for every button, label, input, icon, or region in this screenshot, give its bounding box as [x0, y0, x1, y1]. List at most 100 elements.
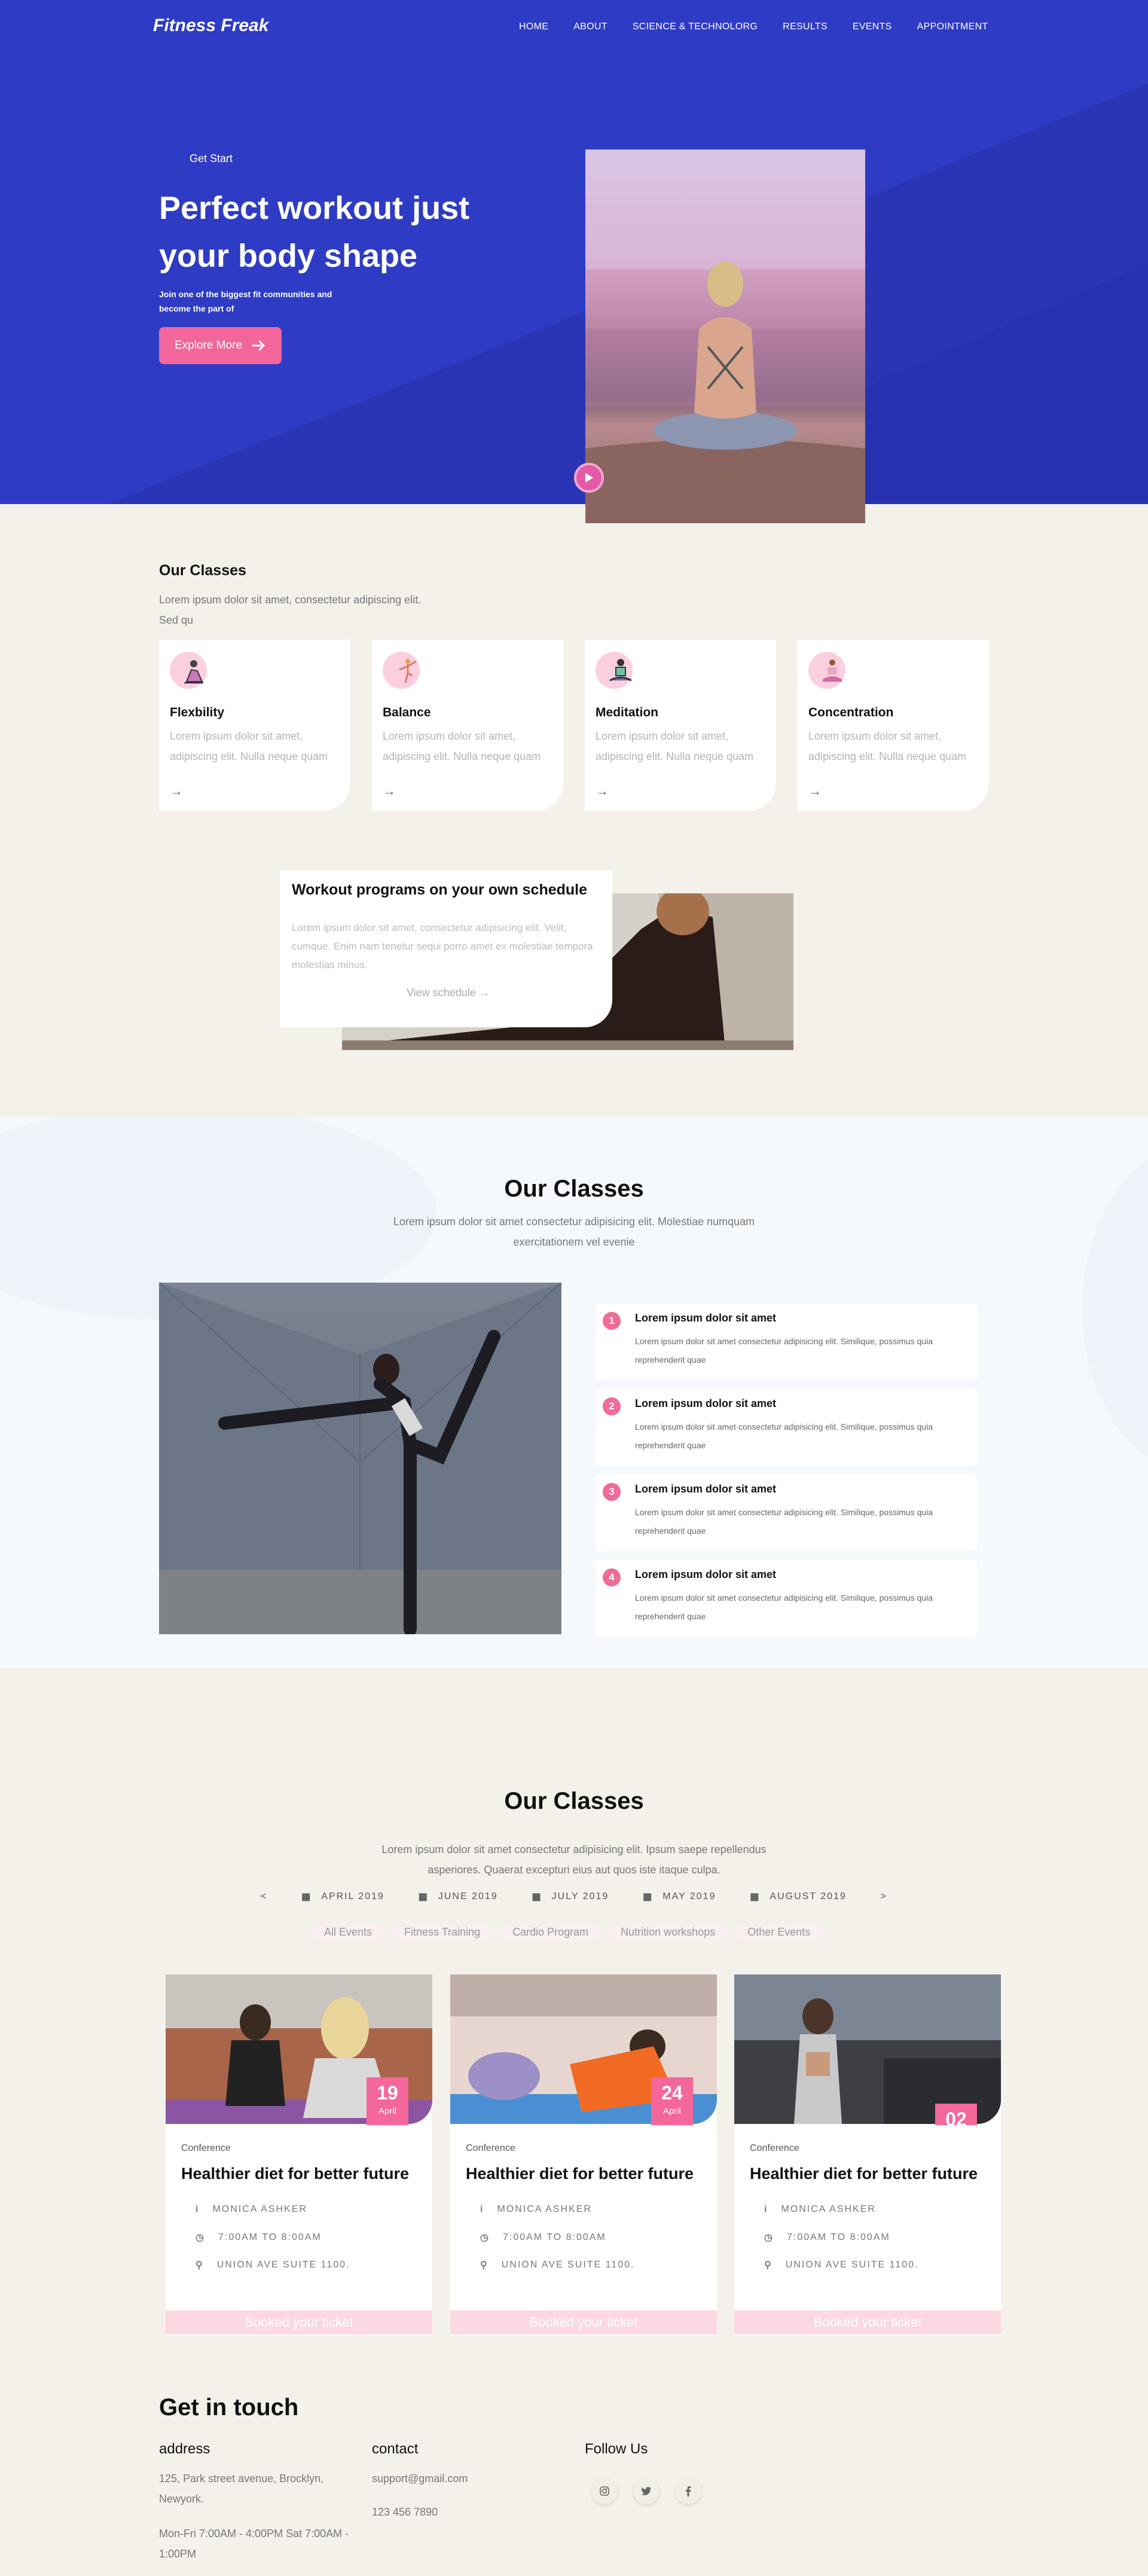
nav-results[interactable]: RESULTS — [783, 22, 828, 32]
event-time: ◷ 7:00AM TO 8:00AM — [196, 2232, 322, 2244]
event-date-badge: 24 April — [651, 2077, 693, 2125]
contact-phone[interactable]: 123 456 7890 — [372, 2502, 438, 2522]
calendar-icon: ▦ — [750, 1892, 761, 1902]
event-person-name: MONICA ASHKER — [212, 2204, 307, 2214]
step-title: Lorem ipsum dolor sit amet — [635, 1312, 777, 1324]
event-date-badge: 19 April — [367, 2077, 408, 2125]
workout-program-card: Workout programs on your own schedule Lo… — [280, 871, 612, 1027]
step-item: 1 Lorem ipsum dolor sit amet Lorem ipsum… — [596, 1304, 977, 1380]
contact-email[interactable]: support@gmail.com — [372, 2468, 468, 2489]
class-card-meditation[interactable]: Meditation Lorem ipsum dolor sit amet, a… — [585, 640, 776, 811]
event-place-text: UNION AVE SUITE 1100. — [501, 2260, 635, 2270]
next-month-button[interactable]: > — [881, 1891, 887, 1902]
hero-yoga-photo — [585, 149, 865, 523]
instagram-icon[interactable] — [591, 2478, 618, 2504]
filter-fitness-training[interactable]: Fitness Training — [391, 1924, 494, 1941]
month-tab-august[interactable]: ▦ AUGUST 2019 — [750, 1891, 847, 1903]
book-ticket-button[interactable]: Booked your ticket — [450, 2311, 717, 2334]
yoga-pose-photo — [159, 1283, 561, 1634]
book-ticket-button[interactable]: Booked your ticket — [166, 2311, 432, 2334]
address-text: 125, Park street avenue, Brocklyn, Newyo… — [159, 2473, 324, 2505]
follow-us-heading: Follow Us — [585, 2441, 648, 2457]
event-place: ⚲ UNION AVE SUITE 1100. — [196, 2259, 350, 2271]
filter-cardio-program[interactable]: Cardio Program — [499, 1924, 602, 1941]
event-tag: Conference — [750, 2143, 799, 2153]
arrow-right-icon: → — [478, 987, 490, 999]
event-time-text: 7:00AM TO 8:00AM — [786, 2232, 890, 2242]
balance-icon — [383, 652, 422, 691]
nav-about[interactable]: ABOUT — [573, 22, 607, 32]
explore-more-label: Explore More — [175, 339, 242, 352]
events-description: Lorem ipsum dolor sit amet consectetur a… — [381, 1844, 767, 1876]
event-month: April — [662, 2106, 681, 2116]
month-tab-july[interactable]: ▦ JULY 2019 — [532, 1891, 609, 1903]
calendar-icon: ▦ — [418, 1892, 429, 1902]
event-tag: Conference — [181, 2143, 231, 2153]
event-time: ◷ 7:00AM TO 8:00AM — [480, 2232, 606, 2244]
class-name: Meditation — [596, 706, 658, 719]
arrow-right-icon[interactable]: → — [808, 783, 822, 799]
event-title: Healthier diet for better future — [181, 2165, 410, 2183]
concentration-icon — [808, 652, 848, 691]
meditation-icon — [596, 652, 635, 691]
hero-section: Fitness Freak HOME ABOUT SCIENCE & TECHN… — [0, 0, 1148, 504]
filter-all-events[interactable]: All Events — [311, 1924, 386, 1941]
month-tab-june[interactable]: ▦ JUNE 2019 — [419, 1891, 498, 1903]
class-card-flexibility[interactable]: Flexbility Lorem ipsum dolor sit amet, a… — [159, 640, 350, 811]
person-icon: i — [480, 2204, 484, 2214]
twitter-icon[interactable] — [633, 2478, 660, 2504]
event-day: 19 — [377, 2082, 398, 2104]
facebook-icon[interactable] — [675, 2478, 701, 2504]
calendar-icon: ▦ — [643, 1892, 654, 1902]
book-ticket-button[interactable]: Booked your ticket — [734, 2311, 1001, 2334]
event-card: 24 April Conference Healthier diet for be… — [450, 1974, 717, 2336]
filter-other-events[interactable]: Other Events — [734, 1924, 824, 1941]
class-card-concentration[interactable]: Concentration Lorem ipsum dolor sit amet… — [798, 640, 989, 811]
event-day: 24 — [661, 2082, 683, 2104]
step-number: 3 — [603, 1483, 621, 1501]
event-place-text: UNION AVE SUITE 1100. — [216, 2260, 350, 2270]
month-tab-may[interactable]: ▦ MAY 2019 — [643, 1891, 716, 1903]
calendar-icon: ▦ — [532, 1892, 542, 1902]
events-title: Our Classes — [504, 1788, 644, 1814]
play-icon — [585, 473, 593, 483]
event-person: i MONICA ASHKER — [196, 2204, 307, 2215]
nav-appointment[interactable]: APPOINTMENT — [917, 22, 988, 32]
event-day: 02 — [945, 2108, 967, 2130]
event-place: ⚲ UNION AVE SUITE 1100. — [480, 2259, 635, 2271]
workout-title: Workout programs on your own schedule — [292, 881, 588, 898]
play-video-button[interactable] — [574, 463, 604, 493]
flexibility-icon — [170, 652, 209, 691]
brand-logo[interactable]: Fitness Freak — [153, 16, 268, 36]
steps-description: Lorem ipsum dolor sit amet consectetur a… — [393, 1216, 755, 1248]
hero-kicker: Get Start — [190, 152, 233, 164]
explore-more-button[interactable]: Explore More — [159, 327, 282, 364]
month-tab-april[interactable]: ▦ APRIL 2019 — [301, 1891, 384, 1903]
step-description: Lorem ipsum dolor sit amet consectetur a… — [635, 1507, 933, 1536]
arrow-right-icon[interactable]: → — [383, 783, 396, 799]
class-description: Lorem ipsum dolor sit amet, adipiscing e… — [596, 730, 754, 762]
event-card: 19 April Conference Healthier diet for be… — [166, 1974, 432, 2336]
nav-home[interactable]: HOME — [519, 22, 548, 32]
class-card-balance[interactable]: Balance Lorem ipsum dolor sit amet, adip… — [372, 640, 563, 811]
classes-description: Lorem ipsum dolor sit amet, consectetur … — [159, 594, 422, 626]
prev-month-button[interactable]: < — [261, 1891, 267, 1902]
event-tag: Conference — [466, 2143, 515, 2153]
nav-science[interactable]: SCIENCE & TECHNOLORG — [633, 22, 758, 32]
filter-nutrition-workshops[interactable]: Nutrition workshops — [607, 1924, 729, 1941]
arrow-right-icon[interactable]: → — [596, 783, 609, 799]
arrow-right-icon[interactable]: → — [170, 783, 183, 799]
month-label: AUGUST 2019 — [770, 1891, 847, 1902]
step-title: Lorem ipsum dolor sit amet — [635, 1397, 777, 1409]
step-title: Lorem ipsum dolor sit amet — [635, 1483, 777, 1495]
classes-title: Our Classes — [159, 562, 246, 579]
event-person: i MONICA ASHKER — [764, 2204, 876, 2215]
view-schedule-link[interactable]: View schedule → — [407, 987, 490, 999]
clock-icon: ◷ — [196, 2233, 205, 2243]
hero-subtitle: Join one of the biggest fit communities … — [159, 289, 332, 313]
event-card: 02 Conference Healthier diet for better … — [734, 1974, 1001, 2336]
event-title: Healthier diet for better future — [466, 2165, 694, 2183]
nav-events[interactable]: EVENTS — [853, 22, 892, 32]
event-date-badge: 02 — [935, 2104, 977, 2130]
event-photo — [734, 1974, 1001, 2124]
